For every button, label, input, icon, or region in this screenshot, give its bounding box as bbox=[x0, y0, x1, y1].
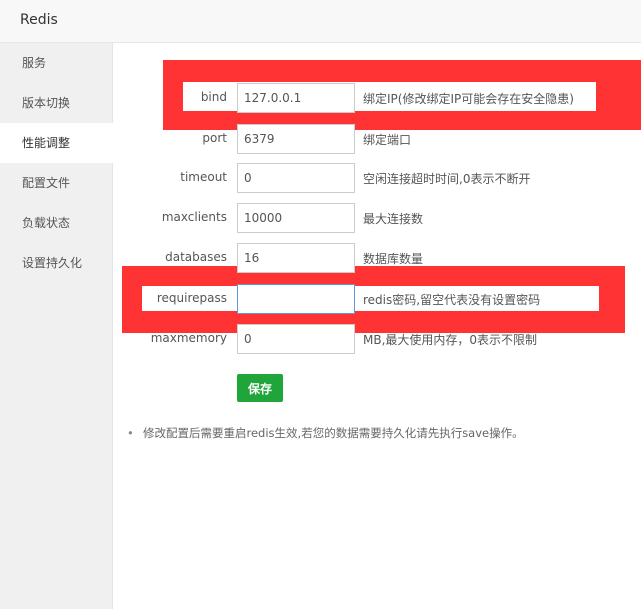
dialog-title: Redis bbox=[20, 12, 58, 28]
bullet-icon: • bbox=[127, 426, 134, 440]
form-row-bind: bind 绑定IP(修改绑定IP可能会存在安全隐患) bbox=[113, 83, 641, 113]
sidebar-item-label: 版本切换 bbox=[22, 96, 71, 110]
sidebar-item-label: 配置文件 bbox=[22, 176, 71, 190]
sidebar-item-label: 负载状态 bbox=[22, 216, 71, 230]
save-button[interactable]: 保存 bbox=[237, 374, 283, 402]
port-label: port bbox=[202, 131, 227, 145]
maxclients-label: maxclients bbox=[161, 210, 227, 224]
timeout-label: timeout bbox=[180, 170, 227, 184]
sidebar-item-label: 性能调整 bbox=[22, 136, 71, 150]
requirepass-label: requirepass bbox=[156, 291, 227, 305]
dialog-title-bar: Redis bbox=[0, 0, 641, 43]
restart-note-text: 修改配置后需要重启redis生效,若您的数据需要持久化请先执行save操作。 bbox=[143, 426, 524, 440]
sidebar-item-persistence[interactable]: 设置持久化 bbox=[0, 243, 112, 283]
form-row-maxclients: maxclients 最大连接数 bbox=[113, 203, 641, 233]
maxmemory-input[interactable] bbox=[237, 324, 355, 354]
maxmemory-label: maxmemory bbox=[150, 331, 227, 345]
sidebar-item-load-status[interactable]: 负载状态 bbox=[0, 203, 112, 243]
bind-input[interactable] bbox=[237, 83, 355, 113]
sidebar: 服务 版本切换 性能调整 配置文件 负载状态 设置持久化 bbox=[0, 43, 113, 609]
form-row-databases: databases 数据库数量 bbox=[113, 243, 641, 273]
performance-settings-panel: bind 绑定IP(修改绑定IP可能会存在安全隐患) port 绑定端口 tim… bbox=[113, 43, 641, 609]
maxclients-hint: 最大连接数 bbox=[363, 212, 424, 226]
sidebar-item-performance[interactable]: 性能调整 bbox=[0, 123, 113, 163]
port-hint: 绑定端口 bbox=[363, 133, 412, 147]
requirepass-hint: redis密码,留空代表没有设置密码 bbox=[363, 293, 541, 307]
sidebar-item-service[interactable]: 服务 bbox=[0, 43, 112, 83]
timeout-hint: 空闲连接超时时间,0表示不断开 bbox=[363, 172, 531, 186]
form-row-port: port 绑定端口 bbox=[113, 124, 641, 154]
bind-label: bind bbox=[200, 90, 227, 104]
form-row-maxmemory: maxmemory MB,最大使用内存，0表示不限制 bbox=[113, 324, 641, 354]
form-row-requirepass: requirepass redis密码,留空代表没有设置密码 bbox=[113, 284, 641, 314]
restart-note: • 修改配置后需要重启redis生效,若您的数据需要持久化请先执行save操作。 bbox=[127, 425, 524, 441]
sidebar-item-config-file[interactable]: 配置文件 bbox=[0, 163, 112, 203]
port-input[interactable] bbox=[237, 124, 355, 154]
sidebar-item-version-switch[interactable]: 版本切换 bbox=[0, 83, 112, 123]
databases-input[interactable] bbox=[237, 243, 355, 273]
maxclients-input[interactable] bbox=[237, 203, 355, 233]
sidebar-item-label: 服务 bbox=[22, 56, 47, 70]
databases-label: databases bbox=[165, 250, 227, 264]
timeout-input[interactable] bbox=[237, 163, 355, 193]
bind-hint: 绑定IP(修改绑定IP可能会存在安全隐患) bbox=[363, 92, 574, 106]
databases-hint: 数据库数量 bbox=[363, 252, 424, 266]
maxmemory-hint: MB,最大使用内存，0表示不限制 bbox=[363, 333, 538, 347]
form-row-timeout: timeout 空闲连接超时时间,0表示不断开 bbox=[113, 163, 641, 193]
requirepass-input[interactable] bbox=[237, 284, 355, 314]
sidebar-item-label: 设置持久化 bbox=[22, 256, 83, 270]
